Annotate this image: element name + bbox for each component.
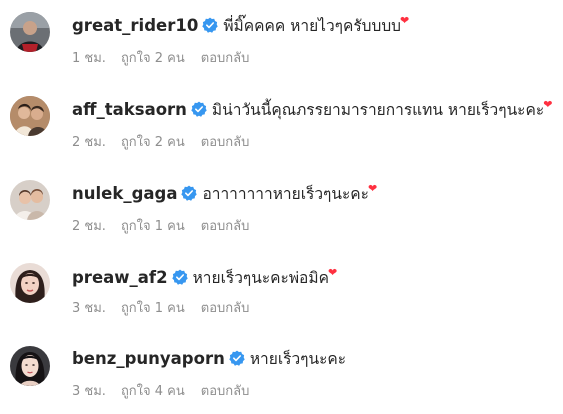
reply-button[interactable]: ตอบกลับ xyxy=(201,131,250,152)
heart-emoji: ❤ xyxy=(327,265,338,279)
comment-text: อาาาาาาาหายเร็วๆนะคะ xyxy=(202,184,369,203)
comment-time: 2 ชม. xyxy=(72,134,106,150)
comment-time: 3 ชม. xyxy=(72,300,106,316)
heart-emoji: ❤ xyxy=(543,97,553,111)
comment-time: 2 ชม. xyxy=(72,218,106,234)
comment-text: หายเร็วๆนะคะพ่อมิค xyxy=(192,268,329,287)
comment-text: พี่มิ๊คคคค หายไวๆครับบบบ xyxy=(223,16,402,35)
reply-button[interactable]: ตอบกลับ xyxy=(201,380,250,401)
username-link[interactable]: nulek_gaga xyxy=(72,184,177,203)
avatar[interactable] xyxy=(10,346,50,386)
reply-button[interactable]: ตอบกลับ xyxy=(201,47,250,68)
comment-line: preaw_af2 หายเร็วๆนะคะพ่อมิค ❤ xyxy=(72,265,337,289)
comment-meta: 1 ชม. ถูกใจ 2 คน ตอบกลับ xyxy=(72,48,249,66)
avatar[interactable] xyxy=(10,96,50,136)
likes-count-link[interactable]: ถูกใจ 2 คน xyxy=(121,47,185,68)
verified-badge-icon xyxy=(181,185,198,201)
username-link[interactable]: benz_punyaporn xyxy=(72,349,225,368)
avatar[interactable] xyxy=(10,180,50,220)
verified-badge-icon xyxy=(229,350,245,366)
likes-count-link[interactable]: ถูกใจ 1 คน xyxy=(121,215,185,236)
comment-item: preaw_af2 หายเร็วๆนะคะพ่อมิค ❤ 3 ชม. ถูกใ… xyxy=(0,252,563,332)
comment-item: benz_punyaporn หายเร็วๆนะคะ 3 ชม. ถูกใจ … xyxy=(0,334,563,414)
avatar[interactable] xyxy=(10,263,50,303)
likes-count-link[interactable]: ถูกใจ 2 คน xyxy=(121,131,185,152)
verified-badge-icon xyxy=(202,17,219,33)
likes-count-link[interactable]: ถูกใจ 1 คน xyxy=(121,297,185,318)
comment-meta: 3 ชม. ถูกใจ 1 คน ตอบกลับ xyxy=(72,298,249,316)
comment-line: benz_punyaporn หายเร็วๆนะคะ xyxy=(72,346,346,370)
comment-time: 1 ชม. xyxy=(72,50,106,66)
username-link[interactable]: great_rider10 xyxy=(72,16,198,35)
comment-meta: 2 ชม. ถูกใจ 1 คน ตอบกลับ xyxy=(72,216,249,234)
username-link[interactable]: aff_taksaorn xyxy=(72,100,187,119)
heart-emoji: ❤ xyxy=(367,181,378,195)
comment-line: aff_taksaorn มิน่าวันนี้คุณภรรยามารายการ… xyxy=(72,97,552,121)
comment-text: หายเร็วๆนะคะ xyxy=(249,349,347,368)
heart-emoji: ❤ xyxy=(400,13,410,27)
likes-count-link[interactable]: ถูกใจ 4 คน xyxy=(121,380,185,401)
comment-time: 3 ชม. xyxy=(72,383,106,399)
comment-line: nulek_gaga อาาาาาาาหายเร็วๆนะคะ ❤ xyxy=(72,181,377,205)
verified-badge-icon xyxy=(171,269,188,285)
comment-item: nulek_gaga อาาาาาาาหายเร็วๆนะคะ ❤ 2 ชม. ถ… xyxy=(0,168,563,248)
avatar[interactable] xyxy=(10,12,50,52)
comment-meta: 3 ชม. ถูกใจ 4 คน ตอบกลับ xyxy=(72,381,249,399)
comment-item: aff_taksaorn มิน่าวันนี้คุณภรรยามารายการ… xyxy=(0,84,563,164)
reply-button[interactable]: ตอบกลับ xyxy=(201,215,250,236)
verified-badge-icon xyxy=(191,101,207,117)
comment-meta: 2 ชม. ถูกใจ 2 คน ตอบกลับ xyxy=(72,132,249,150)
username-link[interactable]: preaw_af2 xyxy=(72,268,168,287)
comment-item: great_rider10 พี่มิ๊คคคค หายไวๆครับบบบ ❤ … xyxy=(0,0,563,80)
comment-text: มิน่าวันนี้คุณภรรยามารายการแทน หายเร็วๆน… xyxy=(211,100,545,119)
reply-button[interactable]: ตอบกลับ xyxy=(201,297,250,318)
comment-line: great_rider10 พี่มิ๊คคคค หายไวๆครับบบบ ❤ xyxy=(72,13,409,37)
